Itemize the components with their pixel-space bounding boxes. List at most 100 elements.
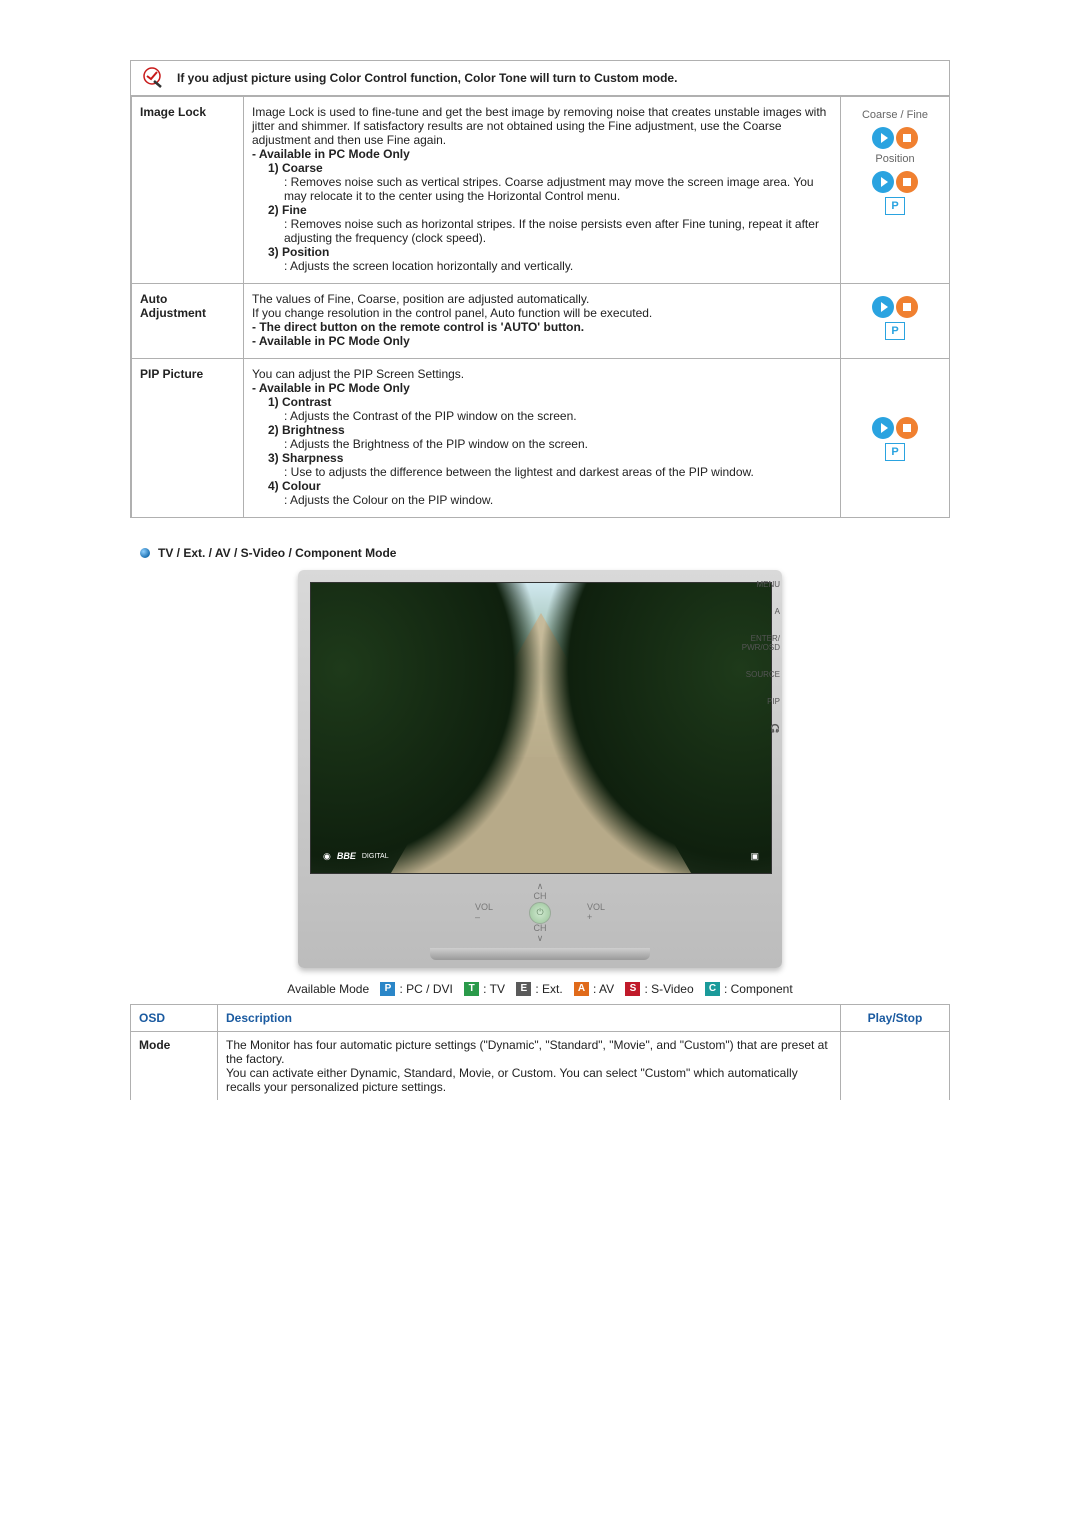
note: - The direct button on the remote contro…: [252, 320, 832, 334]
monitor-stand: [430, 948, 650, 960]
p-badge-icon: P: [885, 197, 905, 215]
option-body: : Adjusts the screen location horizontal…: [268, 259, 832, 273]
page: If you adjust picture using Color Contro…: [70, 0, 1010, 1160]
table-row: Mode The Monitor has four automatic pict…: [131, 1031, 950, 1100]
bbe-logo: BBE: [337, 851, 356, 861]
stop-icon[interactable]: [896, 296, 918, 318]
front-controls: VOL – ∧ CH ⏻ CH ∨ VOL +: [310, 882, 770, 944]
pc-mode-block: If you adjust picture using Color Contro…: [130, 60, 950, 518]
intro-text: The values of Fine, Coarse, position are…: [252, 292, 832, 320]
option-body: : Adjusts the Brightness of the PIP wind…: [268, 437, 832, 451]
row-description: The values of Fine, Coarse, position are…: [244, 284, 841, 359]
s-badge: S: [625, 982, 640, 996]
option-body: : Removes noise such as vertical stripes…: [268, 175, 832, 203]
table-row: Image Lock Image Lock is used to fine-tu…: [132, 97, 950, 284]
side-buttons: MENU A ENTER/ PWR/OSD SOURCE PIP 🎧: [742, 580, 780, 733]
row-name: PIP Picture: [132, 359, 244, 518]
table-header-row: OSD Description Play/Stop: [131, 1004, 950, 1031]
section-title: TV / Ext. / AV / S-Video / Component Mod…: [158, 546, 396, 560]
play-icon[interactable]: [872, 296, 894, 318]
row-play: [841, 1031, 950, 1100]
t-badge: T: [464, 982, 479, 996]
row-name: Auto Adjustment: [132, 284, 244, 359]
s-label: : S-Video: [644, 982, 693, 996]
p-badge: P: [380, 982, 395, 996]
note: - Available in PC Mode Only: [252, 381, 832, 395]
e-badge: E: [516, 982, 531, 996]
c-badge: C: [705, 982, 720, 996]
option-title: 1) Coarse: [268, 161, 832, 175]
notice-text: If you adjust picture using Color Contro…: [177, 71, 677, 85]
row-description: You can adjust the PIP Screen Settings. …: [244, 359, 841, 518]
option-body: : Use to adjusts the difference between …: [268, 465, 832, 479]
play-stop-cell: P: [841, 359, 950, 518]
option-title: 2) Fine: [268, 203, 832, 217]
t-label: : TV: [483, 982, 505, 996]
bbe-sub: DIGITAL: [362, 853, 389, 860]
play-label: Position: [875, 153, 914, 165]
mode-label: Available Mode: [287, 982, 369, 996]
option-title: 2) Brightness: [268, 423, 832, 437]
note: - Available in PC Mode Only: [252, 147, 832, 161]
option-title: 1) Contrast: [268, 395, 832, 409]
a-badge: A: [574, 982, 589, 996]
intro-text: Image Lock is used to fine-tune and get …: [252, 105, 832, 147]
e-label: : Ext.: [535, 982, 562, 996]
option-body: : Adjusts the Contrast of the PIP window…: [268, 409, 832, 423]
play-stop-cell: Coarse / Fine Position P: [841, 97, 950, 284]
play-icon[interactable]: [872, 417, 894, 439]
osd-right-icon: ▣: [750, 851, 759, 862]
a-label: : AV: [593, 982, 614, 996]
row-description: Image Lock is used to fine-tune and get …: [244, 97, 841, 284]
p-label: : PC / DVI: [399, 982, 452, 996]
ch-down-arrow[interactable]: ∨: [537, 934, 544, 944]
side-menu[interactable]: MENU: [742, 580, 780, 589]
option-title: 4) Colour: [268, 479, 832, 493]
ch-label: CH: [534, 892, 547, 902]
play-icon[interactable]: [872, 171, 894, 193]
bullet-icon: [140, 548, 150, 558]
note: - Available in PC Mode Only: [252, 334, 832, 348]
stop-icon[interactable]: [896, 417, 918, 439]
play-stop-cell: P: [841, 284, 950, 359]
side-pip[interactable]: PIP: [742, 697, 780, 706]
row-name: Image Lock: [132, 97, 244, 284]
section-header: TV / Ext. / AV / S-Video / Component Mod…: [140, 546, 950, 560]
pc-mode-table: Image Lock Image Lock is used to fine-tu…: [131, 96, 950, 518]
p-badge-icon: P: [885, 443, 905, 461]
play-label: Coarse / Fine: [862, 109, 928, 121]
intro-text: You can adjust the PIP Screen Settings.: [252, 367, 832, 381]
power-button[interactable]: ⏻: [529, 902, 551, 924]
stop-icon[interactable]: [896, 171, 918, 193]
srs-icon: ◉: [323, 851, 331, 862]
header-osd: OSD: [131, 1004, 218, 1031]
side-enter[interactable]: ENTER/ PWR/OSD: [742, 634, 780, 652]
row-osd: Mode: [131, 1031, 218, 1100]
play-icon[interactable]: [872, 127, 894, 149]
side-av[interactable]: A: [742, 607, 780, 616]
stop-icon[interactable]: [896, 127, 918, 149]
osd-bar: ◉ BBE DIGITAL ▣: [319, 847, 763, 865]
headphone-icon: 🎧: [742, 724, 780, 733]
p-badge-icon: P: [885, 322, 905, 340]
notice-bar: If you adjust picture using Color Contro…: [131, 60, 950, 96]
option-body: : Adjusts the Colour on the PIP window.: [268, 493, 832, 507]
vol-up[interactable]: VOL +: [587, 903, 605, 923]
header-description: Description: [218, 1004, 841, 1031]
monitor-illustration: ◉ BBE DIGITAL ▣ MENU A ENTER/ PWR/OSD SO…: [130, 570, 950, 968]
option-title: 3) Position: [268, 245, 832, 259]
table-row: PIP Picture You can adjust the PIP Scree…: [132, 359, 950, 518]
option-body: : Removes noise such as horizontal strip…: [268, 217, 832, 245]
c-label: : Component: [724, 982, 793, 996]
table-row: Auto Adjustment The values of Fine, Coar…: [132, 284, 950, 359]
monitor-screen: ◉ BBE DIGITAL ▣: [310, 582, 772, 874]
available-mode-line: Available Mode P : PC / DVI T : TV E : E…: [130, 982, 950, 996]
side-source[interactable]: SOURCE: [742, 670, 780, 679]
option-title: 3) Sharpness: [268, 451, 832, 465]
check-brush-icon: [141, 67, 163, 89]
tv-mode-table: OSD Description Play/Stop Mode The Monit…: [130, 1004, 950, 1100]
header-playstop: Play/Stop: [841, 1004, 950, 1031]
vol-down[interactable]: VOL –: [475, 903, 493, 923]
monitor-frame: ◉ BBE DIGITAL ▣ MENU A ENTER/ PWR/OSD SO…: [298, 570, 782, 968]
row-desc: The Monitor has four automatic picture s…: [218, 1031, 841, 1100]
